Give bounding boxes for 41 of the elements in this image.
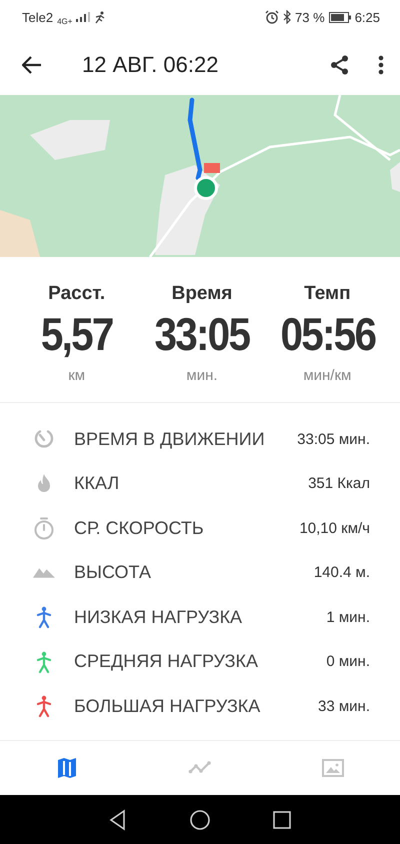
summary-label: Темп	[304, 283, 351, 305]
stat-value: 140.4 м.	[314, 564, 370, 582]
stat-label: СРЕДНЯЯ НАГРУЗКА	[74, 651, 259, 672]
carrier-name: Tele2	[22, 10, 54, 24]
network-type: 4G+	[57, 17, 72, 26]
summary-unit: мин/км	[303, 367, 352, 384]
home-nav-icon[interactable]	[189, 808, 211, 830]
alarm-icon	[265, 10, 280, 24]
stopwatch-icon	[32, 516, 56, 540]
stat-label: ВРЕМЯ В ДВИЖЕНИИ	[74, 428, 266, 450]
stat-label: БОЛЬШАЯ НАГРУЗКА	[74, 696, 262, 717]
stat-label: ККАЛ	[74, 473, 120, 494]
screen-title: 12 АВГ. 06:22	[82, 52, 220, 78]
stat-label: НИЗКАЯ НАГРУЗКА	[74, 606, 244, 628]
battery-icon	[328, 12, 351, 22]
summary-value: 33:05	[154, 307, 250, 361]
summary-value: 5,57	[40, 307, 113, 361]
more-vertical-icon	[378, 54, 384, 74]
stat-value: 1 мин.	[326, 608, 370, 626]
summary-value: 05:56	[280, 307, 375, 361]
signal-icon	[76, 12, 90, 22]
share-icon	[330, 54, 350, 74]
stat-label: СР. СКОРОСТЬ	[74, 518, 205, 539]
running-figure-icon	[94, 10, 106, 24]
stat-label: ВЫСОТА	[74, 562, 152, 584]
recents-nav-icon[interactable]	[271, 808, 293, 830]
stat-value: 33 мин.	[318, 698, 370, 715]
summary-unit: км	[68, 367, 86, 384]
summary-label: Расст.	[48, 283, 106, 305]
mountains-icon	[33, 568, 56, 578]
bluetooth-icon	[283, 10, 292, 24]
stat-value: 10,10 км/ч	[299, 520, 370, 537]
clock-time: 6:25	[354, 10, 380, 24]
image-icon	[321, 756, 346, 780]
stat-value: 0 мин.	[326, 653, 370, 670]
stat-value: 33:05 мин.	[297, 430, 370, 448]
summary-label: Время	[172, 283, 232, 305]
battery-percent: 73 %	[295, 10, 325, 24]
back-arrow-icon	[22, 56, 42, 74]
stat-value: 351 Ккал	[308, 475, 370, 492]
summary-unit: мин.	[186, 367, 218, 384]
